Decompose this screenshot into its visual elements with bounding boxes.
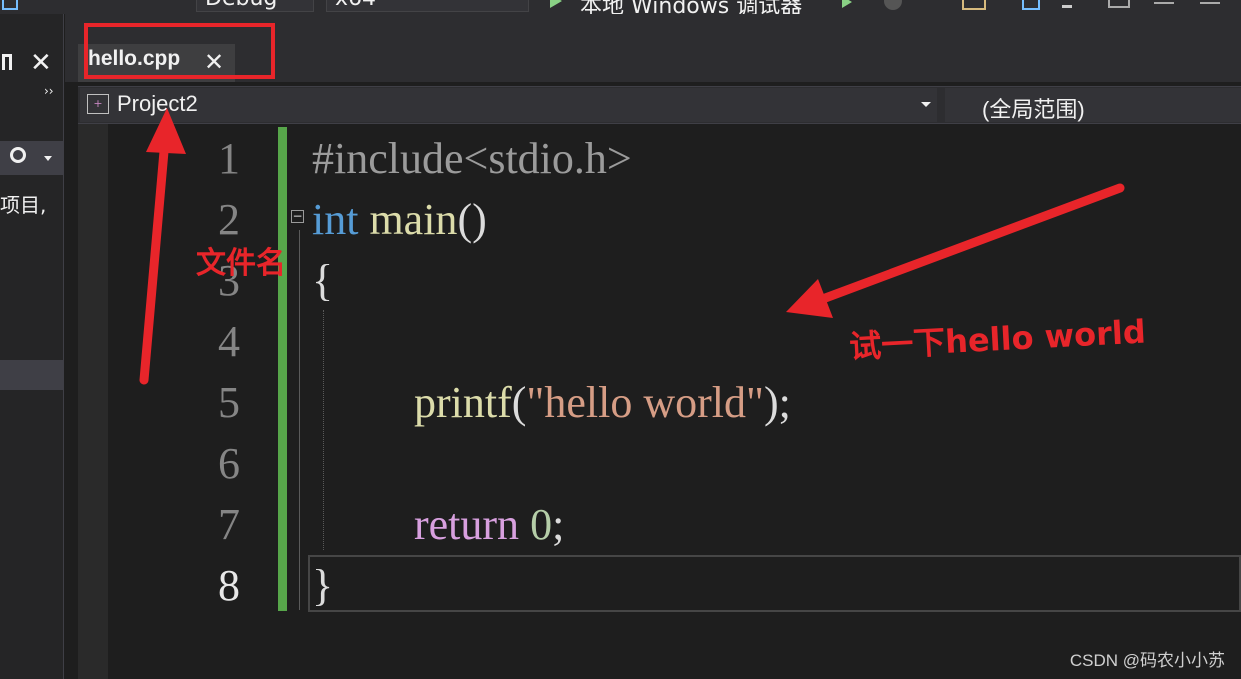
arrow-to-project — [139, 108, 186, 385]
arrow-to-code — [786, 183, 1125, 318]
watermark: CSDN @码农小小苏 — [1069, 651, 1225, 670]
annotation-file-name: 文件名 — [196, 246, 286, 281]
